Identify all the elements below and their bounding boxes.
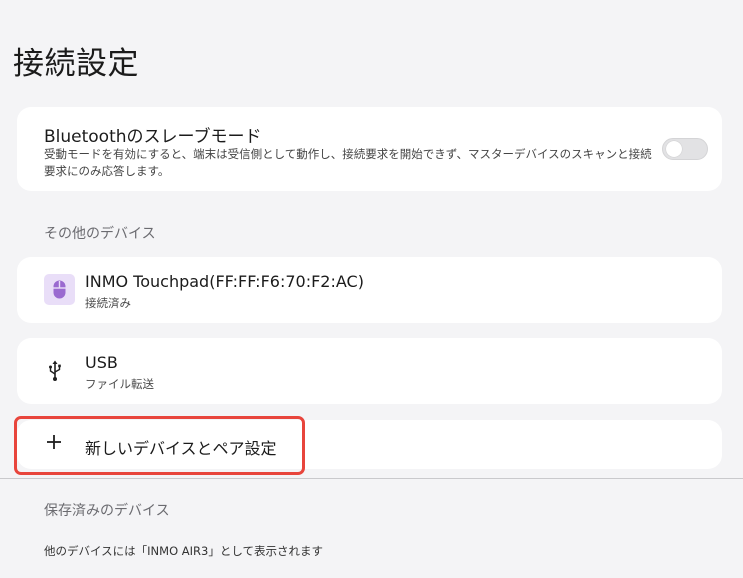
saved-devices-section [0, 479, 743, 578]
other-devices-label: その他のデバイス [44, 226, 156, 242]
saved-devices-label: 保存済みのデバイス [44, 503, 170, 519]
bluetooth-slave-mode-title: Bluetoothのスレーブモード [44, 127, 262, 147]
toggle-knob [666, 141, 682, 157]
mouse-icon [44, 274, 75, 305]
device-item-touchpad[interactable]: INMO Touchpad(FF:FF:F6:70:F2:AC) 接続済み [17, 257, 722, 323]
page-title: 接続設定 [13, 46, 139, 82]
device-status: 接続済み [85, 296, 131, 310]
bluetooth-slave-mode-toggle[interactable] [662, 138, 708, 160]
device-name: USB [85, 353, 118, 372]
device-item-usb[interactable]: USB ファイル転送 [17, 338, 722, 404]
highlight-box [14, 416, 305, 475]
bluetooth-slave-mode-description: 受動モードを有効にすると、端末は受信側として動作し、接続要求を開始できず、マスタ… [44, 147, 652, 178]
device-visibility-note: 他のデバイスには「INMO AIR3」として表示されます [44, 544, 323, 558]
bluetooth-slave-mode-card[interactable]: Bluetoothのスレーブモード 受動モードを有効にすると、端末は受信側として… [17, 107, 722, 191]
device-name: INMO Touchpad(FF:FF:F6:70:F2:AC) [85, 272, 364, 291]
device-status: ファイル転送 [85, 377, 154, 391]
usb-icon [47, 360, 63, 382]
